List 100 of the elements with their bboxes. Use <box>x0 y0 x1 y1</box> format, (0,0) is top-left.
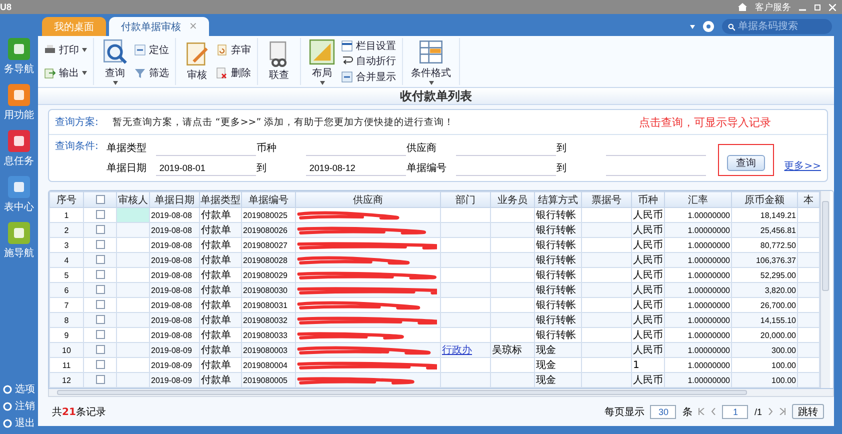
row-checkbox[interactable] <box>96 345 104 354</box>
table-cell: 2019080005 <box>242 372 296 388</box>
magnifier-document-icon <box>102 38 128 64</box>
record-count: 共21条记录 <box>52 406 106 418</box>
locate-icon <box>134 44 146 56</box>
page-total: /1 <box>754 406 762 416</box>
toolbar-button[interactable]: 查询 <box>100 38 130 85</box>
column-header[interactable]: 单据编号 <box>242 192 296 208</box>
toolbar-button[interactable]: 条件格式 <box>409 38 453 85</box>
input-field[interactable]: 2019-08-01 <box>156 160 256 176</box>
restore-icon[interactable] <box>814 4 821 10</box>
query-button[interactable]: 查询 <box>727 155 766 171</box>
table-cell: 人民币 <box>632 372 664 388</box>
document-undo-icon <box>216 44 228 56</box>
row-checkbox[interactable] <box>96 330 104 340</box>
per-page-label: 每页显示 <box>604 406 644 418</box>
merge-cells-icon <box>341 71 353 84</box>
toolbar-button[interactable]: 联查 <box>264 38 294 85</box>
column-header[interactable]: 审核人 <box>116 192 150 208</box>
annotation-text: 点击查询，可显示导入记录 <box>639 114 771 130</box>
page-number-field[interactable]: 1 <box>722 404 748 418</box>
horizontal-scrollbar[interactable] <box>48 389 834 397</box>
table-cell: 100.00 <box>732 372 798 388</box>
tab[interactable]: 付款单据审核 × <box>109 17 210 36</box>
sidebar-link[interactable]: 注销 <box>15 399 35 413</box>
grid-table-icon <box>418 38 444 64</box>
column-header[interactable]: 业务员 <box>490 192 534 208</box>
column-header[interactable]: 本 <box>798 192 820 208</box>
toolbar-button[interactable]: 筛选 <box>134 66 169 80</box>
field-label: 供应商 <box>406 142 438 155</box>
toolbar-button[interactable]: 布局 <box>307 38 337 85</box>
field-label: 币种 <box>256 142 278 155</box>
row-checkbox[interactable] <box>96 300 104 310</box>
toolbar-button[interactable]: 弃审 <box>216 42 251 57</box>
list-title: 收付款单列表 <box>38 88 834 105</box>
row-checkbox[interactable] <box>96 375 104 384</box>
toolbar-button[interactable]: 审核 <box>182 38 212 85</box>
sidebar-link[interactable]: 退出 <box>15 416 35 430</box>
last-page-icon[interactable] <box>779 408 786 415</box>
sidebar-link[interactable]: 选项 <box>15 382 35 396</box>
column-header[interactable]: 票据号 <box>582 192 632 208</box>
toolbar-button[interactable]: 栏目设置 <box>341 38 396 53</box>
table-cell: 付款单 <box>200 372 242 388</box>
column-header[interactable]: 原币金额 <box>732 192 798 208</box>
row-checkbox[interactable] <box>96 270 104 280</box>
jump-button[interactable]: 跳转 <box>792 404 824 419</box>
column-header[interactable]: 汇率 <box>664 192 732 208</box>
toolbar-button[interactable]: 删除 <box>216 66 251 80</box>
more-link[interactable]: 更多>> <box>784 159 821 173</box>
column-header[interactable]: 序号 <box>50 192 84 208</box>
row-checkbox[interactable] <box>96 315 104 324</box>
sidebar-item[interactable]: 务导航 <box>4 62 34 76</box>
previous-page-icon[interactable] <box>711 408 716 415</box>
row-checkbox[interactable] <box>96 225 104 234</box>
row-checkbox[interactable] <box>96 210 104 220</box>
scheme-label: 查询方案: <box>55 116 98 129</box>
printer-icon <box>44 44 56 56</box>
field-label: 到 <box>256 162 268 175</box>
sidebar-item[interactable]: 用功能 <box>4 108 34 122</box>
toolbar-button[interactable]: 合并显示 <box>341 70 396 84</box>
barcode-search-field[interactable]: 单据条码搜索 <box>722 19 832 34</box>
table-cell: 现金 <box>534 372 582 388</box>
column-header[interactable]: 单据类型 <box>200 192 242 208</box>
row-checkbox[interactable] <box>96 360 104 370</box>
table-cell: 2019-08-09 <box>150 372 200 388</box>
column-header[interactable]: 币种 <box>632 192 664 208</box>
dropdown-caret-icon <box>690 24 695 28</box>
column-header[interactable]: 部门 <box>440 192 490 208</box>
row-checkbox[interactable] <box>96 240 104 250</box>
next-page-icon[interactable] <box>768 408 773 415</box>
select-all-checkbox[interactable] <box>96 194 104 204</box>
first-page-icon[interactable] <box>698 408 706 415</box>
toolbar-button[interactable]: 自动折行 <box>341 54 396 68</box>
toolbar-button[interactable]: 定位 <box>134 42 169 57</box>
toolbar-button[interactable]: 打印 <box>44 42 87 57</box>
house-icon <box>738 3 747 11</box>
toolbar-button[interactable]: 输出 <box>44 66 87 80</box>
input-field[interactable]: 2019-08-12 <box>306 160 406 176</box>
column-header[interactable]: 供应商 <box>296 192 440 208</box>
field-label: 单据日期 <box>106 162 148 175</box>
document-delete-icon <box>216 67 228 80</box>
page-size-field[interactable]: 30 <box>650 404 676 418</box>
close-icon[interactable] <box>829 4 836 10</box>
search-icon <box>728 22 735 30</box>
row-checkbox[interactable] <box>96 255 104 264</box>
column-settings-icon <box>341 40 353 52</box>
row-checkbox[interactable] <box>96 285 104 294</box>
vertical-scrollbar[interactable] <box>820 191 830 388</box>
table-cell: 1.00000000 <box>664 372 732 388</box>
unit-label: 条 <box>682 406 692 418</box>
column-header[interactable]: 单据日期 <box>150 192 200 208</box>
sidebar-item[interactable]: 施导航 <box>4 246 34 260</box>
condition-label: 查询条件: <box>55 140 98 154</box>
sidebar-item[interactable]: 表中心 <box>4 200 34 214</box>
sidebar-item[interactable]: 息任务 <box>4 154 34 168</box>
field-label: 到 <box>556 162 568 175</box>
column-header[interactable]: 结算方式 <box>534 192 582 208</box>
export-icon <box>44 67 56 80</box>
field-label: 单据编号 <box>406 162 448 175</box>
table-cell: 12 <box>50 372 84 388</box>
